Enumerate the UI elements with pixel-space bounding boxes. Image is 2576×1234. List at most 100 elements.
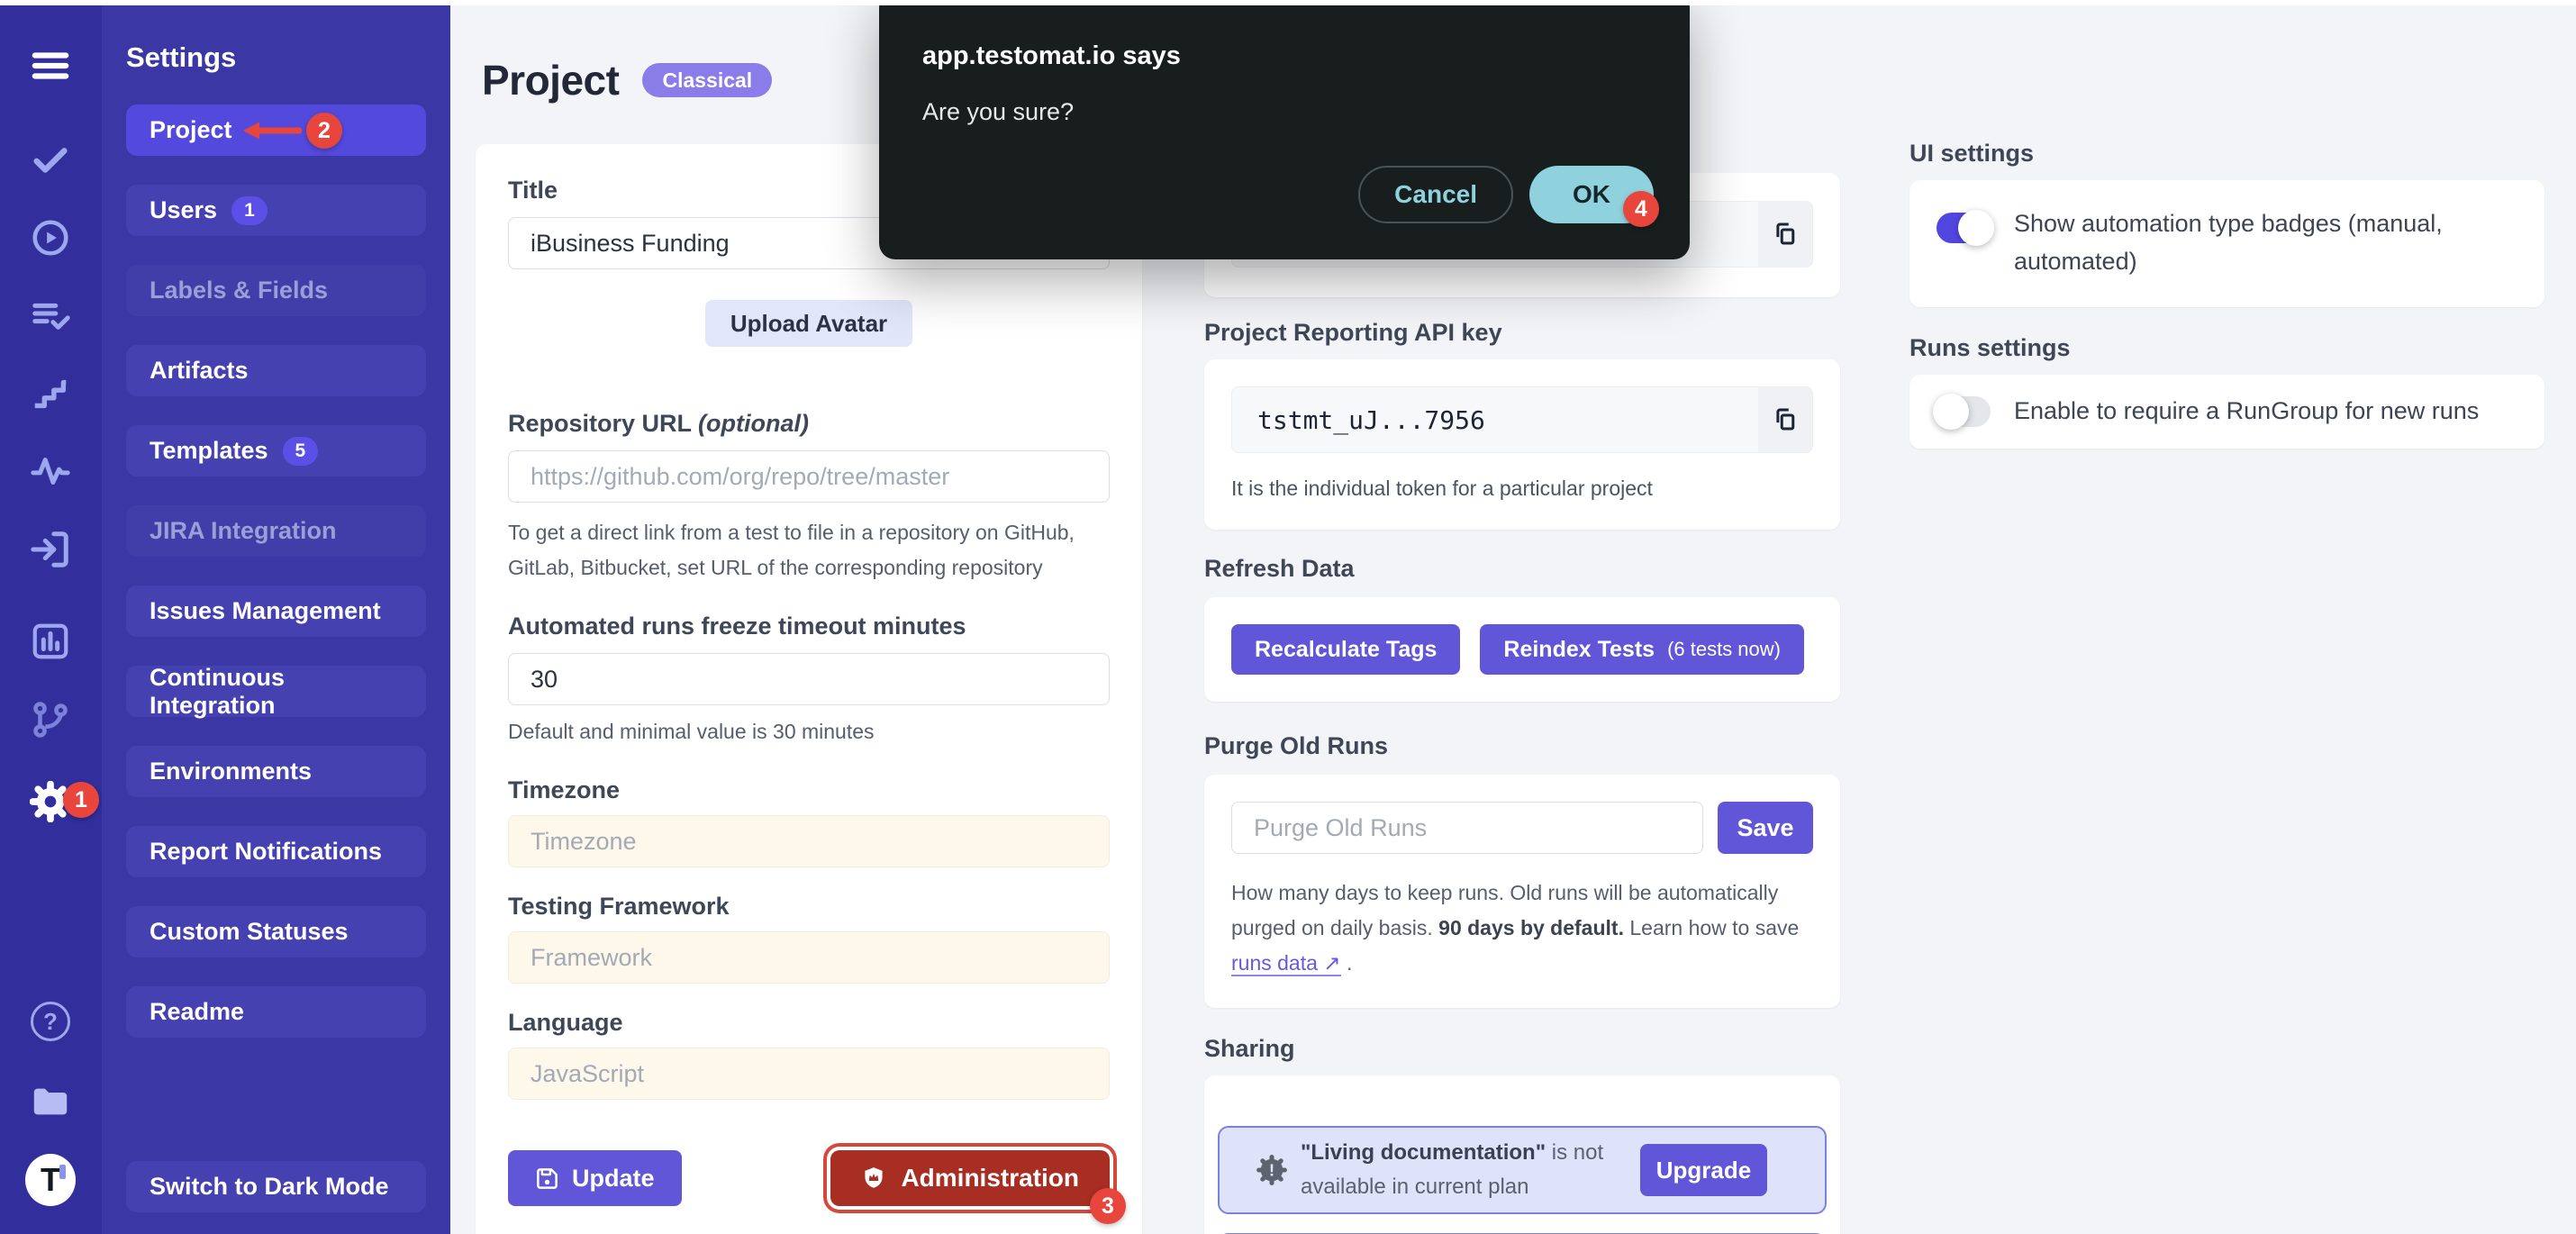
top-edge-strip bbox=[0, 0, 2576, 5]
annotation-arrow-icon bbox=[236, 119, 303, 142]
admin-annotation-badge: 3 bbox=[1090, 1188, 1126, 1224]
nav-label: Environments bbox=[150, 758, 312, 785]
living-documentation-alert: ! "Living documentation" is not availabl… bbox=[1218, 1126, 1827, 1214]
sidebar-item-issues-management[interactable]: Issues Management bbox=[126, 585, 426, 637]
sidebar-item-environments[interactable]: Environments bbox=[126, 746, 426, 797]
purge-help-text: How many days to keep runs. Old runs wil… bbox=[1231, 876, 1826, 981]
timezone-label: Timezone bbox=[508, 776, 1110, 804]
sidebar-item-readme[interactable]: Readme bbox=[126, 986, 426, 1038]
sidebar-item-custom-statuses[interactable]: Custom Statuses bbox=[126, 906, 426, 957]
settings-heading: Settings bbox=[126, 41, 450, 74]
sidebar-item-continuous-integration[interactable]: Continuous Integration bbox=[126, 666, 426, 717]
bar-chart-icon[interactable] bbox=[25, 616, 76, 667]
sidebar-item-labels-fields[interactable]: Labels & Fields bbox=[126, 265, 426, 316]
shield-crown-icon bbox=[861, 1166, 886, 1191]
ok-annotation-badge: 4 bbox=[1623, 191, 1659, 227]
ui-settings-heading: UI settings bbox=[1909, 140, 2544, 168]
page-title: Project bbox=[482, 56, 619, 104]
menu-icon[interactable] bbox=[25, 41, 76, 91]
nav-label: Labels & Fields bbox=[150, 277, 328, 304]
templates-count-badge: 5 bbox=[283, 437, 319, 466]
steps-icon[interactable] bbox=[25, 368, 76, 419]
dialog-title: app.testomat.io says bbox=[922, 41, 1646, 71]
copy-icon bbox=[1772, 221, 1799, 248]
sidebar-item-report-notifications[interactable]: Report Notifications bbox=[126, 826, 426, 877]
ui-settings-card: Show automation type badges (manual, aut… bbox=[1909, 180, 2544, 307]
nav-label: Continuous Integration bbox=[150, 664, 403, 720]
nav-label: Custom Statuses bbox=[150, 918, 349, 946]
purge-old-runs-heading: Purge Old Runs bbox=[1204, 732, 1840, 760]
sharing-heading: Sharing bbox=[1204, 1035, 1840, 1063]
sidebar-item-artifacts[interactable]: Artifacts bbox=[126, 345, 426, 396]
play-circle-icon[interactable] bbox=[25, 213, 76, 263]
settings-nav: Settings Project 2 Users 1 Labels & Fiel… bbox=[102, 0, 450, 1234]
nav-label: JIRA Integration bbox=[150, 517, 337, 545]
automation-badges-label: Show automation type badges (manual, aut… bbox=[2014, 205, 2482, 282]
testing-framework-input[interactable] bbox=[508, 931, 1110, 984]
activity-icon[interactable] bbox=[25, 446, 76, 496]
freeze-help-text: Default and minimal value is 30 minutes bbox=[508, 714, 1110, 749]
browser-confirm-dialog: app.testomat.io says Are you sure? Cance… bbox=[879, 0, 1690, 259]
administration-button[interactable]: Administration bbox=[830, 1150, 1110, 1206]
timezone-input[interactable] bbox=[508, 815, 1110, 867]
copy-api-key-button[interactable] bbox=[1758, 387, 1812, 452]
logo-t-icon: T bbox=[25, 1154, 76, 1206]
nav-label: Switch to Dark Mode bbox=[150, 1173, 389, 1201]
purge-days-input[interactable] bbox=[1231, 802, 1703, 854]
settings-toggles-column: UI settings Show automation type badges … bbox=[1909, 140, 2544, 449]
repository-help-text: To get a direct link from a test to file… bbox=[508, 515, 1110, 585]
check-icon[interactable] bbox=[25, 134, 76, 185]
help-icon[interactable]: ? bbox=[25, 996, 76, 1047]
nav-label: Issues Management bbox=[150, 597, 381, 625]
alert-message: "Living documentation" is not available … bbox=[1301, 1136, 1640, 1205]
api-key-help-text: It is the individual token for a particu… bbox=[1231, 471, 1813, 506]
purge-old-runs-card: Save How many days to keep runs. Old run… bbox=[1204, 775, 1840, 1008]
reporting-api-key-heading: Project Reporting API key bbox=[1204, 319, 1840, 347]
list-check-icon[interactable] bbox=[25, 289, 76, 340]
question-mark: ? bbox=[31, 1002, 70, 1041]
log-in-icon[interactable] bbox=[25, 524, 76, 575]
external-link-icon: ↗ bbox=[1323, 951, 1340, 975]
update-button[interactable]: Update bbox=[508, 1150, 682, 1206]
runs-settings-card: Enable to require a RunGroup for new run… bbox=[1909, 375, 2544, 449]
testing-framework-label: Testing Framework bbox=[508, 893, 1110, 921]
gear-annotation-badge: 1 bbox=[63, 782, 99, 818]
nav-label: Readme bbox=[150, 998, 244, 1026]
copy-project-id-button[interactable] bbox=[1758, 202, 1812, 267]
nav-label: Artifacts bbox=[150, 357, 249, 385]
sidebar-item-project[interactable]: Project 2 bbox=[126, 104, 426, 156]
icon-rail: 1 ? T bbox=[0, 0, 102, 1234]
nav-label: Project bbox=[150, 116, 232, 144]
repository-url-input[interactable] bbox=[508, 450, 1110, 503]
sidebar-item-jira-integration[interactable]: JIRA Integration bbox=[126, 505, 426, 557]
project-form-card: Title Upload Avatar Repository URL (opti… bbox=[476, 144, 1142, 1234]
language-input[interactable] bbox=[508, 1048, 1110, 1100]
folder-icon[interactable] bbox=[25, 1075, 76, 1126]
workspace-logo[interactable]: T bbox=[25, 1155, 76, 1205]
app-root: 1 ? T Settings Project 2 Users 1 Labels … bbox=[0, 0, 2576, 1234]
nav-label: Templates bbox=[150, 437, 268, 465]
project-annotation-badge: 2 bbox=[306, 113, 342, 149]
freeze-timeout-input[interactable] bbox=[508, 653, 1110, 705]
runs-data-link[interactable]: runs data ↗ bbox=[1231, 951, 1341, 976]
reindex-tests-button[interactable]: Reindex Tests (6 tests now) bbox=[1480, 624, 1804, 675]
users-count-badge: 1 bbox=[231, 196, 268, 225]
page-header: Project Classical bbox=[482, 56, 772, 104]
upload-avatar-button[interactable]: Upload Avatar bbox=[705, 300, 912, 347]
sidebar-item-templates[interactable]: Templates 5 bbox=[126, 425, 426, 476]
save-disk-icon bbox=[535, 1166, 559, 1191]
seal-exclamation-icon: ! bbox=[1256, 1154, 1288, 1186]
sidebar-item-users[interactable]: Users 1 bbox=[126, 185, 426, 236]
dark-mode-toggle-button[interactable]: Switch to Dark Mode bbox=[126, 1161, 426, 1212]
automation-badges-toggle[interactable] bbox=[1937, 213, 1991, 243]
reporting-api-key-card: tstmt_uJ...7956 It is the individual tok… bbox=[1204, 359, 1840, 530]
save-button[interactable]: Save bbox=[1718, 802, 1813, 854]
copy-icon bbox=[1772, 406, 1799, 433]
cancel-button[interactable]: Cancel bbox=[1358, 166, 1513, 223]
rungroup-required-label: Enable to require a RunGroup for new run… bbox=[2014, 393, 2482, 431]
git-branch-icon[interactable] bbox=[25, 695, 76, 746]
reindex-count-note: (6 tests now) bbox=[1667, 638, 1781, 661]
recalculate-tags-button[interactable]: Recalculate Tags bbox=[1231, 624, 1460, 675]
upgrade-button[interactable]: Upgrade bbox=[1640, 1144, 1767, 1196]
rungroup-required-toggle[interactable] bbox=[1937, 396, 1991, 427]
